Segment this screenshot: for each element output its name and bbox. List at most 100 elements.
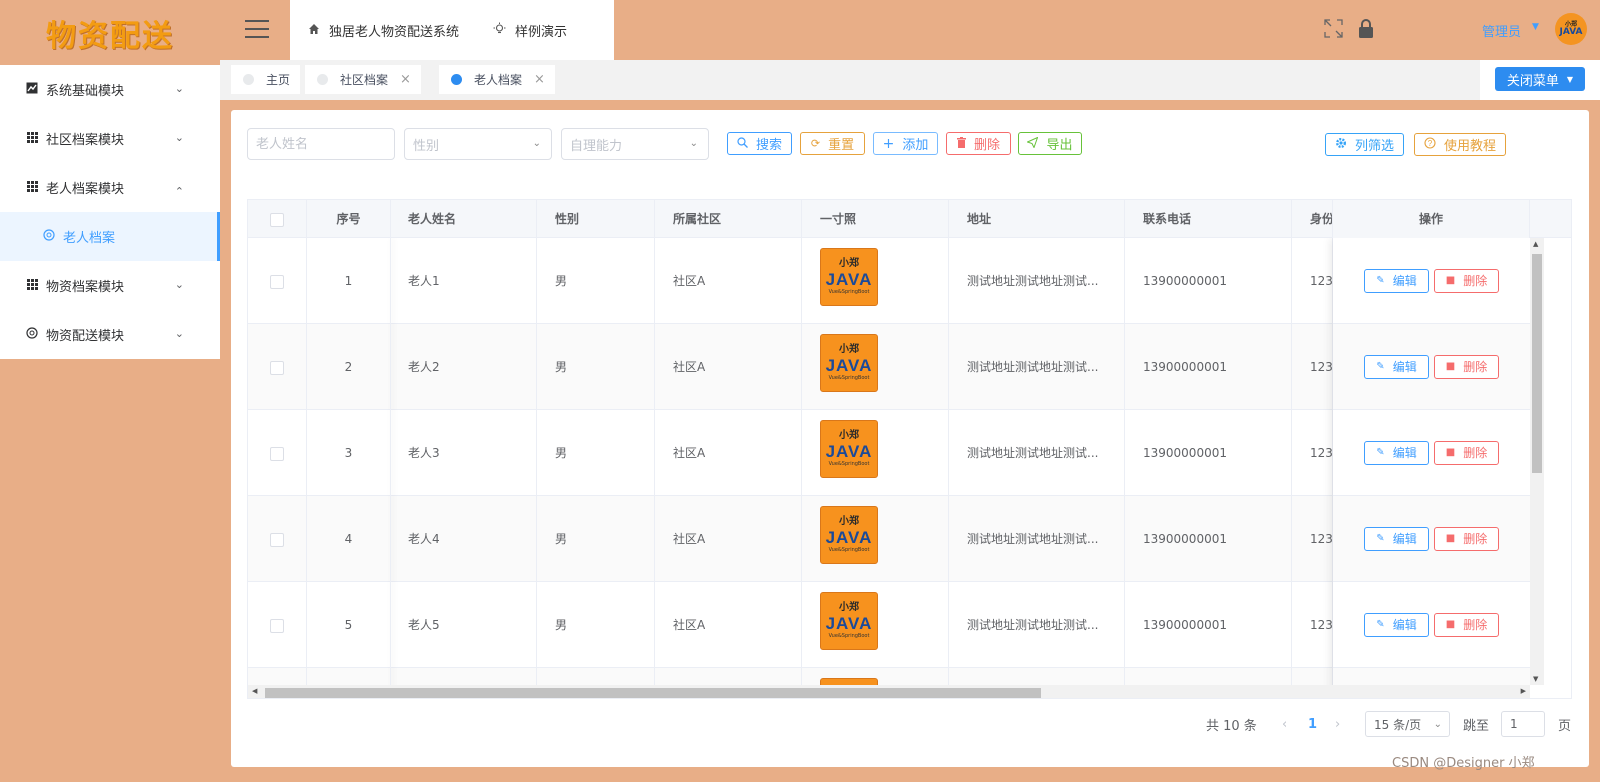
caret-down-icon[interactable]: ▼ [1532, 22, 1539, 32]
select-all-checkbox[interactable] [270, 212, 284, 227]
cell-community: 社区A [655, 410, 802, 496]
search-button-label: 搜索 [755, 138, 782, 153]
tutorial-button[interactable]: ? 使用教程 [1414, 133, 1506, 156]
header-gender[interactable]: 性别 [537, 200, 655, 238]
sidebar-item-system[interactable]: 系统基础模块 ⌄ [0, 65, 220, 114]
delete-button[interactable]: ■ 删除 [1434, 613, 1499, 637]
scroll-up-icon[interactable]: ▲ [1533, 240, 1538, 248]
jump-page-input[interactable]: 1 [1501, 711, 1545, 737]
cell-community: 社区A [655, 238, 802, 324]
row-checkbox[interactable] [270, 532, 284, 547]
plus-icon: + [882, 135, 895, 152]
export-button[interactable]: 导出 [1018, 132, 1082, 155]
add-button[interactable]: + 添加 [873, 132, 938, 155]
delete-button[interactable]: ■ 删除 [1434, 355, 1499, 379]
prev-page-icon[interactable]: ‹ [1282, 711, 1287, 737]
close-icon[interactable]: × [534, 72, 545, 87]
column-filter-button[interactable]: 列筛选 [1325, 133, 1404, 156]
photo-text-bottom: Vue&SpringBoot [828, 547, 870, 553]
horizontal-scrollbar[interactable]: ◀ ▶ [248, 685, 1530, 698]
avatar[interactable]: 小郑 JAVA [1555, 13, 1587, 45]
elderly-name-input[interactable] [247, 128, 395, 160]
vertical-scroll-thumb[interactable] [1532, 254, 1542, 473]
cell-name [391, 668, 537, 685]
user-name-dropdown[interactable]: 管理员 [1482, 21, 1521, 40]
tag-home[interactable]: 主页 [231, 65, 301, 94]
close-menu-label: 关闭菜单 [1506, 73, 1559, 89]
sidebar-item-delivery[interactable]: 物资配送模块 ⌄ [0, 310, 220, 359]
edit-button[interactable]: ✎ 编辑 [1364, 527, 1429, 551]
elderly-photo[interactable]: 小郑 JAVA Vue&SpringBoot [820, 248, 878, 306]
photo-text: JAVA [825, 270, 873, 289]
row-checkbox[interactable] [270, 446, 284, 461]
header-tab-system[interactable]: 独居老人物资配送系统 [308, 21, 459, 40]
close-menu-button[interactable]: 关闭菜单 ▼ [1495, 67, 1585, 91]
globe-icon [25, 327, 39, 342]
delete-button[interactable]: ■ 删除 [1434, 441, 1499, 465]
fullscreen-icon[interactable] [1324, 19, 1343, 38]
tag-elderly-archive[interactable]: 老人档案 × [439, 65, 555, 94]
elderly-photo[interactable]: 小郑 JAVA Vue&SpringBoot [820, 678, 878, 685]
sidebar-item-elderly-archive[interactable]: 老人档案 [0, 212, 220, 261]
row-select-cell [248, 582, 307, 668]
sidebar-item-material[interactable]: 物资档案模块 ⌄ [0, 261, 220, 310]
trash-icon [956, 136, 966, 151]
grid-icon [25, 131, 39, 146]
tags-view-bar: 主页 社区档案 × 老人档案 × 关闭菜单 ▼ [220, 60, 1600, 100]
edit-button[interactable]: ✎ 编辑 [1364, 269, 1429, 293]
edit-button[interactable]: ✎ 编辑 [1364, 441, 1429, 465]
header-photo[interactable]: 一寸照 [802, 200, 949, 238]
caret-down-icon: ▼ [1566, 74, 1574, 84]
delete-label: 删除 [1463, 360, 1488, 374]
cell-community: 社区A [655, 582, 802, 668]
header-index[interactable]: 序号 [307, 200, 391, 238]
close-icon[interactable]: × [400, 72, 411, 87]
tag-community-archive[interactable]: 社区档案 × [305, 65, 421, 94]
self-care-ability-select[interactable]: 自理能力 ⌄ [561, 128, 709, 160]
header-phone[interactable]: 联系电话 [1125, 200, 1292, 238]
elderly-photo[interactable]: 小郑 JAVA Vue&SpringBoot [820, 506, 878, 564]
header-community[interactable]: 所属社区 [655, 200, 802, 238]
lock-icon[interactable] [1358, 19, 1374, 39]
header-idcard[interactable]: 身份 [1292, 200, 1333, 238]
photo-text: JAVA [825, 356, 873, 375]
delete-button[interactable]: ■ 删除 [1434, 269, 1499, 293]
delete-button[interactable]: ■ 删除 [1434, 527, 1499, 551]
elderly-photo[interactable]: 小郑 JAVA Vue&SpringBoot [820, 420, 878, 478]
cell-name: 老人2 [391, 324, 537, 410]
gender-select[interactable]: 性别 ⌄ [404, 128, 552, 160]
vertical-scrollbar[interactable]: ▲ ▼ [1530, 238, 1544, 685]
next-page-icon[interactable]: › [1335, 711, 1340, 737]
elderly-photo[interactable]: 小郑 JAVA Vue&SpringBoot [820, 592, 878, 650]
header-tab-demo[interactable]: 样例演示 [493, 21, 567, 40]
header-tab-label: 独居老人物资配送系统 [329, 24, 460, 40]
row-checkbox[interactable] [270, 618, 284, 633]
header-address[interactable]: 地址 [949, 200, 1125, 238]
hamburger-menu-icon[interactable] [245, 20, 269, 38]
edit-button[interactable]: ✎ 编辑 [1364, 613, 1429, 637]
cell-name: 老人5 [391, 582, 537, 668]
cell-phone: 13900000001 [1125, 410, 1292, 496]
photo-text-bottom: Vue&SpringBoot [828, 289, 870, 295]
sidebar-item-community[interactable]: 社区档案模块 ⌄ [0, 114, 220, 163]
edit-icon: ✎ [1376, 447, 1385, 458]
header-name[interactable]: 老人姓名 [391, 200, 537, 238]
elderly-name-field[interactable] [256, 136, 394, 152]
scroll-down-icon[interactable]: ▼ [1533, 675, 1538, 683]
page-size-select[interactable]: 15 条/页 ⌄ [1365, 711, 1450, 737]
row-checkbox[interactable] [270, 274, 284, 289]
grid-icon [25, 180, 39, 195]
reset-button[interactable]: ⟳ 重置 [800, 132, 865, 155]
trash-icon: ■ [1445, 275, 1456, 286]
sidebar-item-label: 老人档案模块 [46, 182, 125, 197]
row-checkbox[interactable] [270, 360, 284, 375]
scroll-right-icon[interactable]: ▶ [1521, 687, 1526, 695]
search-button[interactable]: 搜索 [727, 132, 792, 155]
page-number-current[interactable]: 1 [1308, 711, 1317, 737]
edit-button[interactable]: ✎ 编辑 [1364, 355, 1429, 379]
scroll-left-icon[interactable]: ◀ [252, 687, 257, 695]
batch-delete-button[interactable]: 删除 [946, 132, 1011, 155]
horizontal-scroll-thumb[interactable] [265, 688, 1041, 698]
sidebar-item-elderly[interactable]: 老人档案模块 ⌃ [0, 163, 220, 212]
elderly-photo[interactable]: 小郑 JAVA Vue&SpringBoot [820, 334, 878, 392]
